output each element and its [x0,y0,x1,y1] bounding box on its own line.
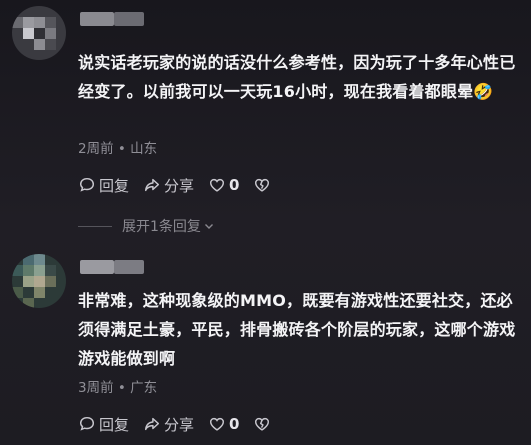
reply-button[interactable]: 回复 [78,414,129,435]
comment-item: 非常难，这种现象级的MMO，既要有游戏性还要社交，还必须得满足土豪，平民，排骨搬… [0,250,531,445]
like-count: 0 [229,415,240,433]
avatar[interactable] [12,6,66,60]
comment-actions: 回复 分享 0 [78,413,288,435]
comment-meta: 3周前 • 广东 [78,380,158,396]
username-blurred-2[interactable] [114,260,144,274]
comment-bubble-icon [79,177,95,192]
like-button[interactable]: 0 [208,415,239,433]
dislike-button[interactable] [253,415,274,433]
share-button[interactable]: 分享 [143,175,194,196]
divider-line [78,225,112,227]
comment-item: 说实话老玩家的说的话没什么参考性，因为玩了十多年心性已经变了。以前我可以一天玩1… [0,0,531,235]
expand-replies-label: 展开1条回复 [122,219,201,235]
share-label: 分享 [164,176,195,195]
like-count: 0 [229,176,240,194]
reply-label: 回复 [99,176,130,195]
comment-list: 说实话老玩家的说的话没什么参考性，因为玩了十多年心性已经变了。以前我可以一天玩1… [0,0,531,445]
dislike-button[interactable] [253,176,274,194]
username-blurred[interactable] [80,260,114,274]
share-button[interactable]: 分享 [143,414,194,435]
share-arrow-icon [144,417,160,431]
username-blurred-2[interactable] [114,12,144,26]
heart-icon [210,178,225,192]
like-button[interactable]: 0 [208,176,239,194]
share-arrow-icon [144,178,160,192]
comment-text: 非常难，这种现象级的MMO，既要有游戏性还要社交，还必须得满足土豪，平民，排骨搬… [78,291,516,368]
heart-icon [210,417,225,431]
comment-bubble-icon [79,416,95,431]
avatar[interactable] [12,254,66,308]
share-label: 分享 [164,415,195,434]
username-blurred[interactable] [80,12,114,26]
comment-meta: 2周前 • 山东 [78,141,158,157]
comment-text: 说实话老玩家的说的话没什么参考性，因为玩了十多年心性已经变了。以前我可以一天玩1… [78,53,516,101]
comment-actions: 回复 分享 0 [78,174,288,196]
broken-heart-icon [255,417,270,431]
reply-button[interactable]: 回复 [78,175,129,196]
chevron-down-icon [204,224,213,229]
broken-heart-icon [255,178,270,192]
reply-label: 回复 [99,415,130,434]
expand-replies-button[interactable]: 展开1条回复 [78,216,215,236]
